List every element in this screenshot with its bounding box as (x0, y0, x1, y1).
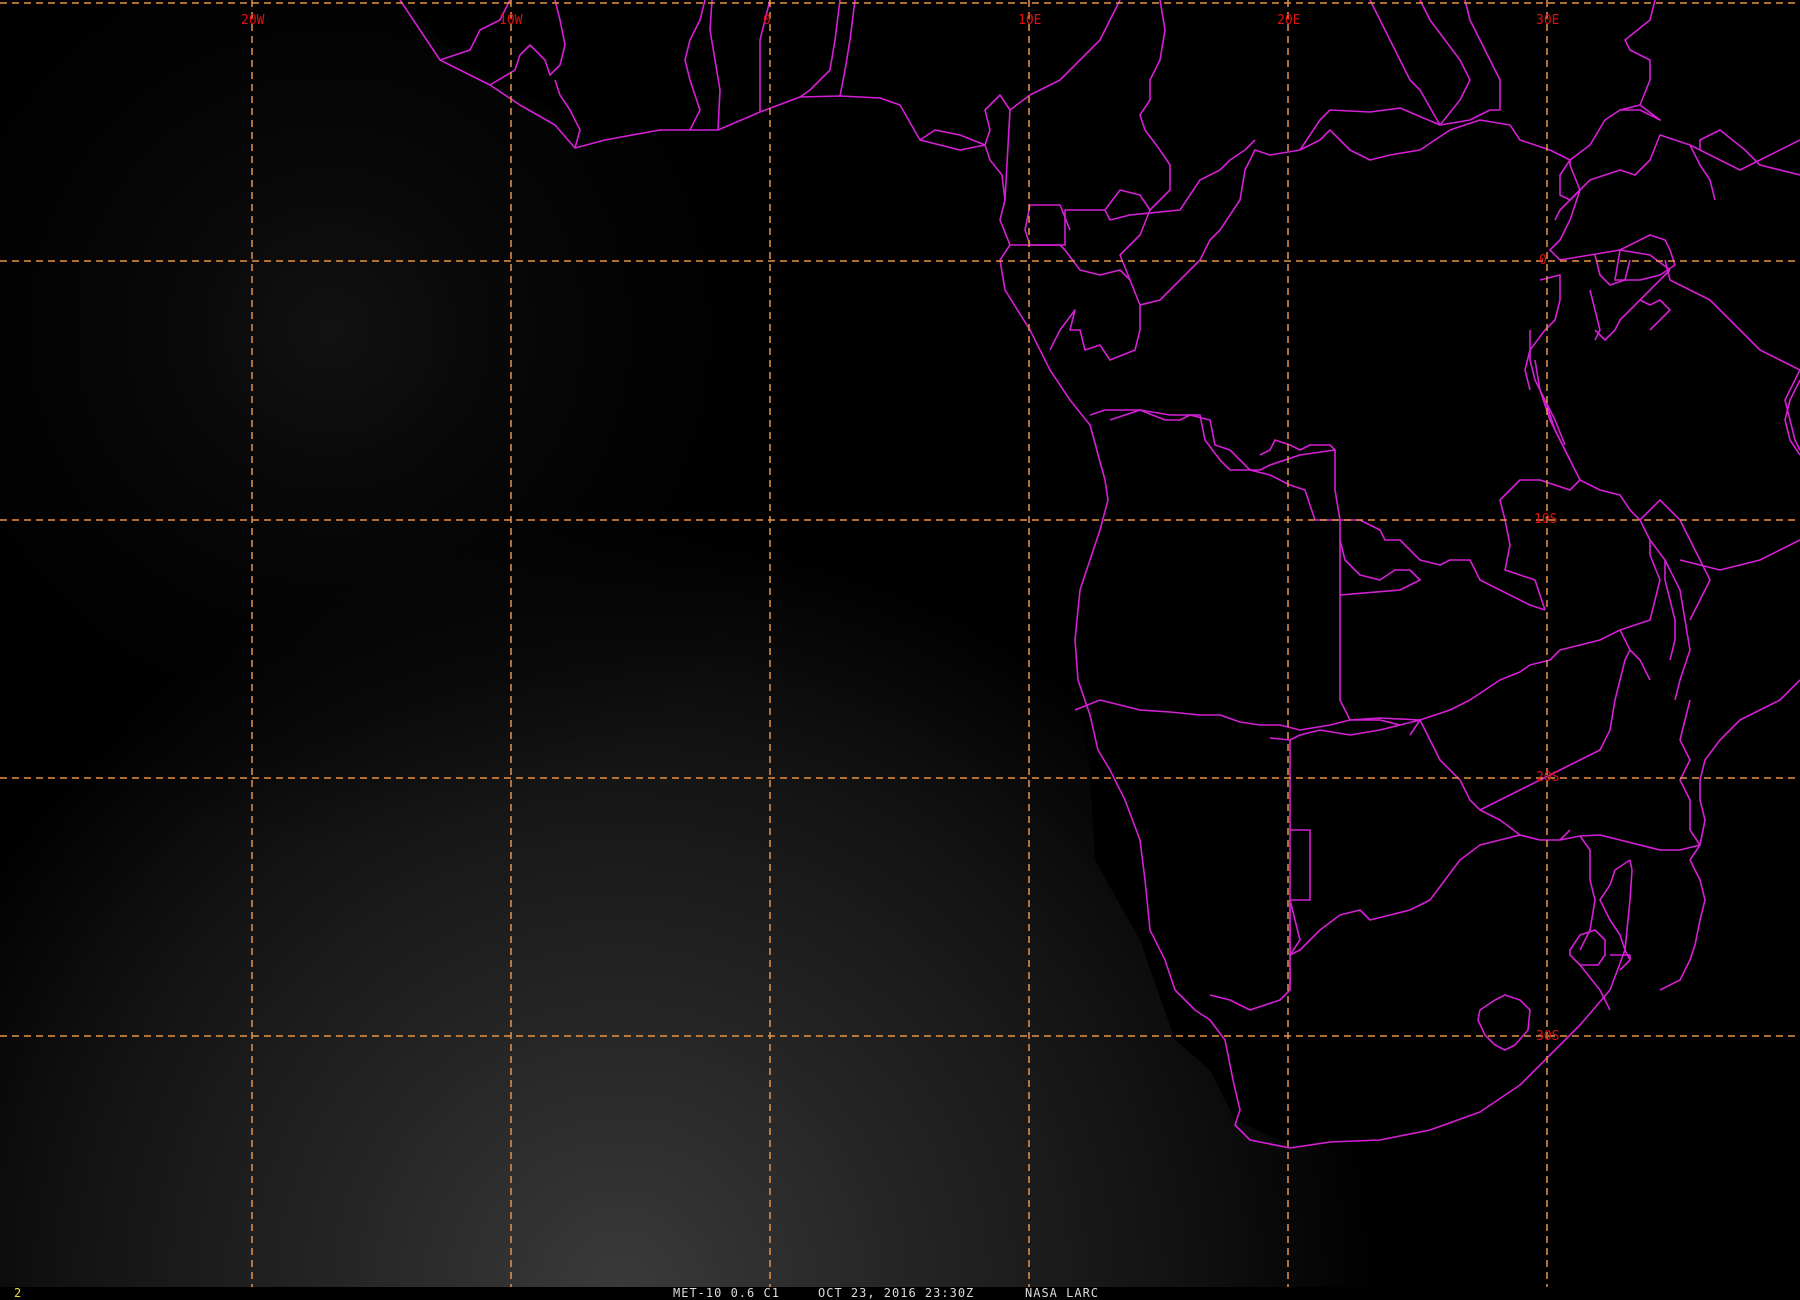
lon-label-30e: 30E (1536, 13, 1559, 28)
lat-label-30s: 30S (1536, 1029, 1559, 1044)
product-label: MET-10 0.6 C1 (673, 1286, 780, 1300)
credit-label: NASA LARC (1025, 1286, 1100, 1300)
lon-label-20w: 20W (241, 13, 265, 28)
lat-label-20s: 20S (1536, 770, 1559, 785)
image-datetime: OCT 23, 2016 23:30Z (818, 1286, 975, 1300)
lon-label-20e: 20E (1277, 13, 1300, 28)
lon-label-10e: 10E (1018, 13, 1041, 28)
satellite-image: 20W 10W 0 10E 20E 30E 0 10S 20S 30S (0, 0, 1800, 1287)
frame-number: 2 (14, 1286, 22, 1300)
status-bar: 2 MET-10 0.6 C1 OCT 23, 2016 23:30Z NASA… (0, 1287, 1800, 1300)
lon-label-0: 0 (763, 13, 771, 28)
lat-label-10s: 10S (1534, 512, 1557, 527)
satellite-map-viewer: 20W 10W 0 10E 20E 30E 0 10S 20S 30S 2 ME… (0, 0, 1800, 1300)
lat-label-0: 0 (1539, 253, 1547, 268)
lon-label-10w: 10W (499, 13, 523, 28)
